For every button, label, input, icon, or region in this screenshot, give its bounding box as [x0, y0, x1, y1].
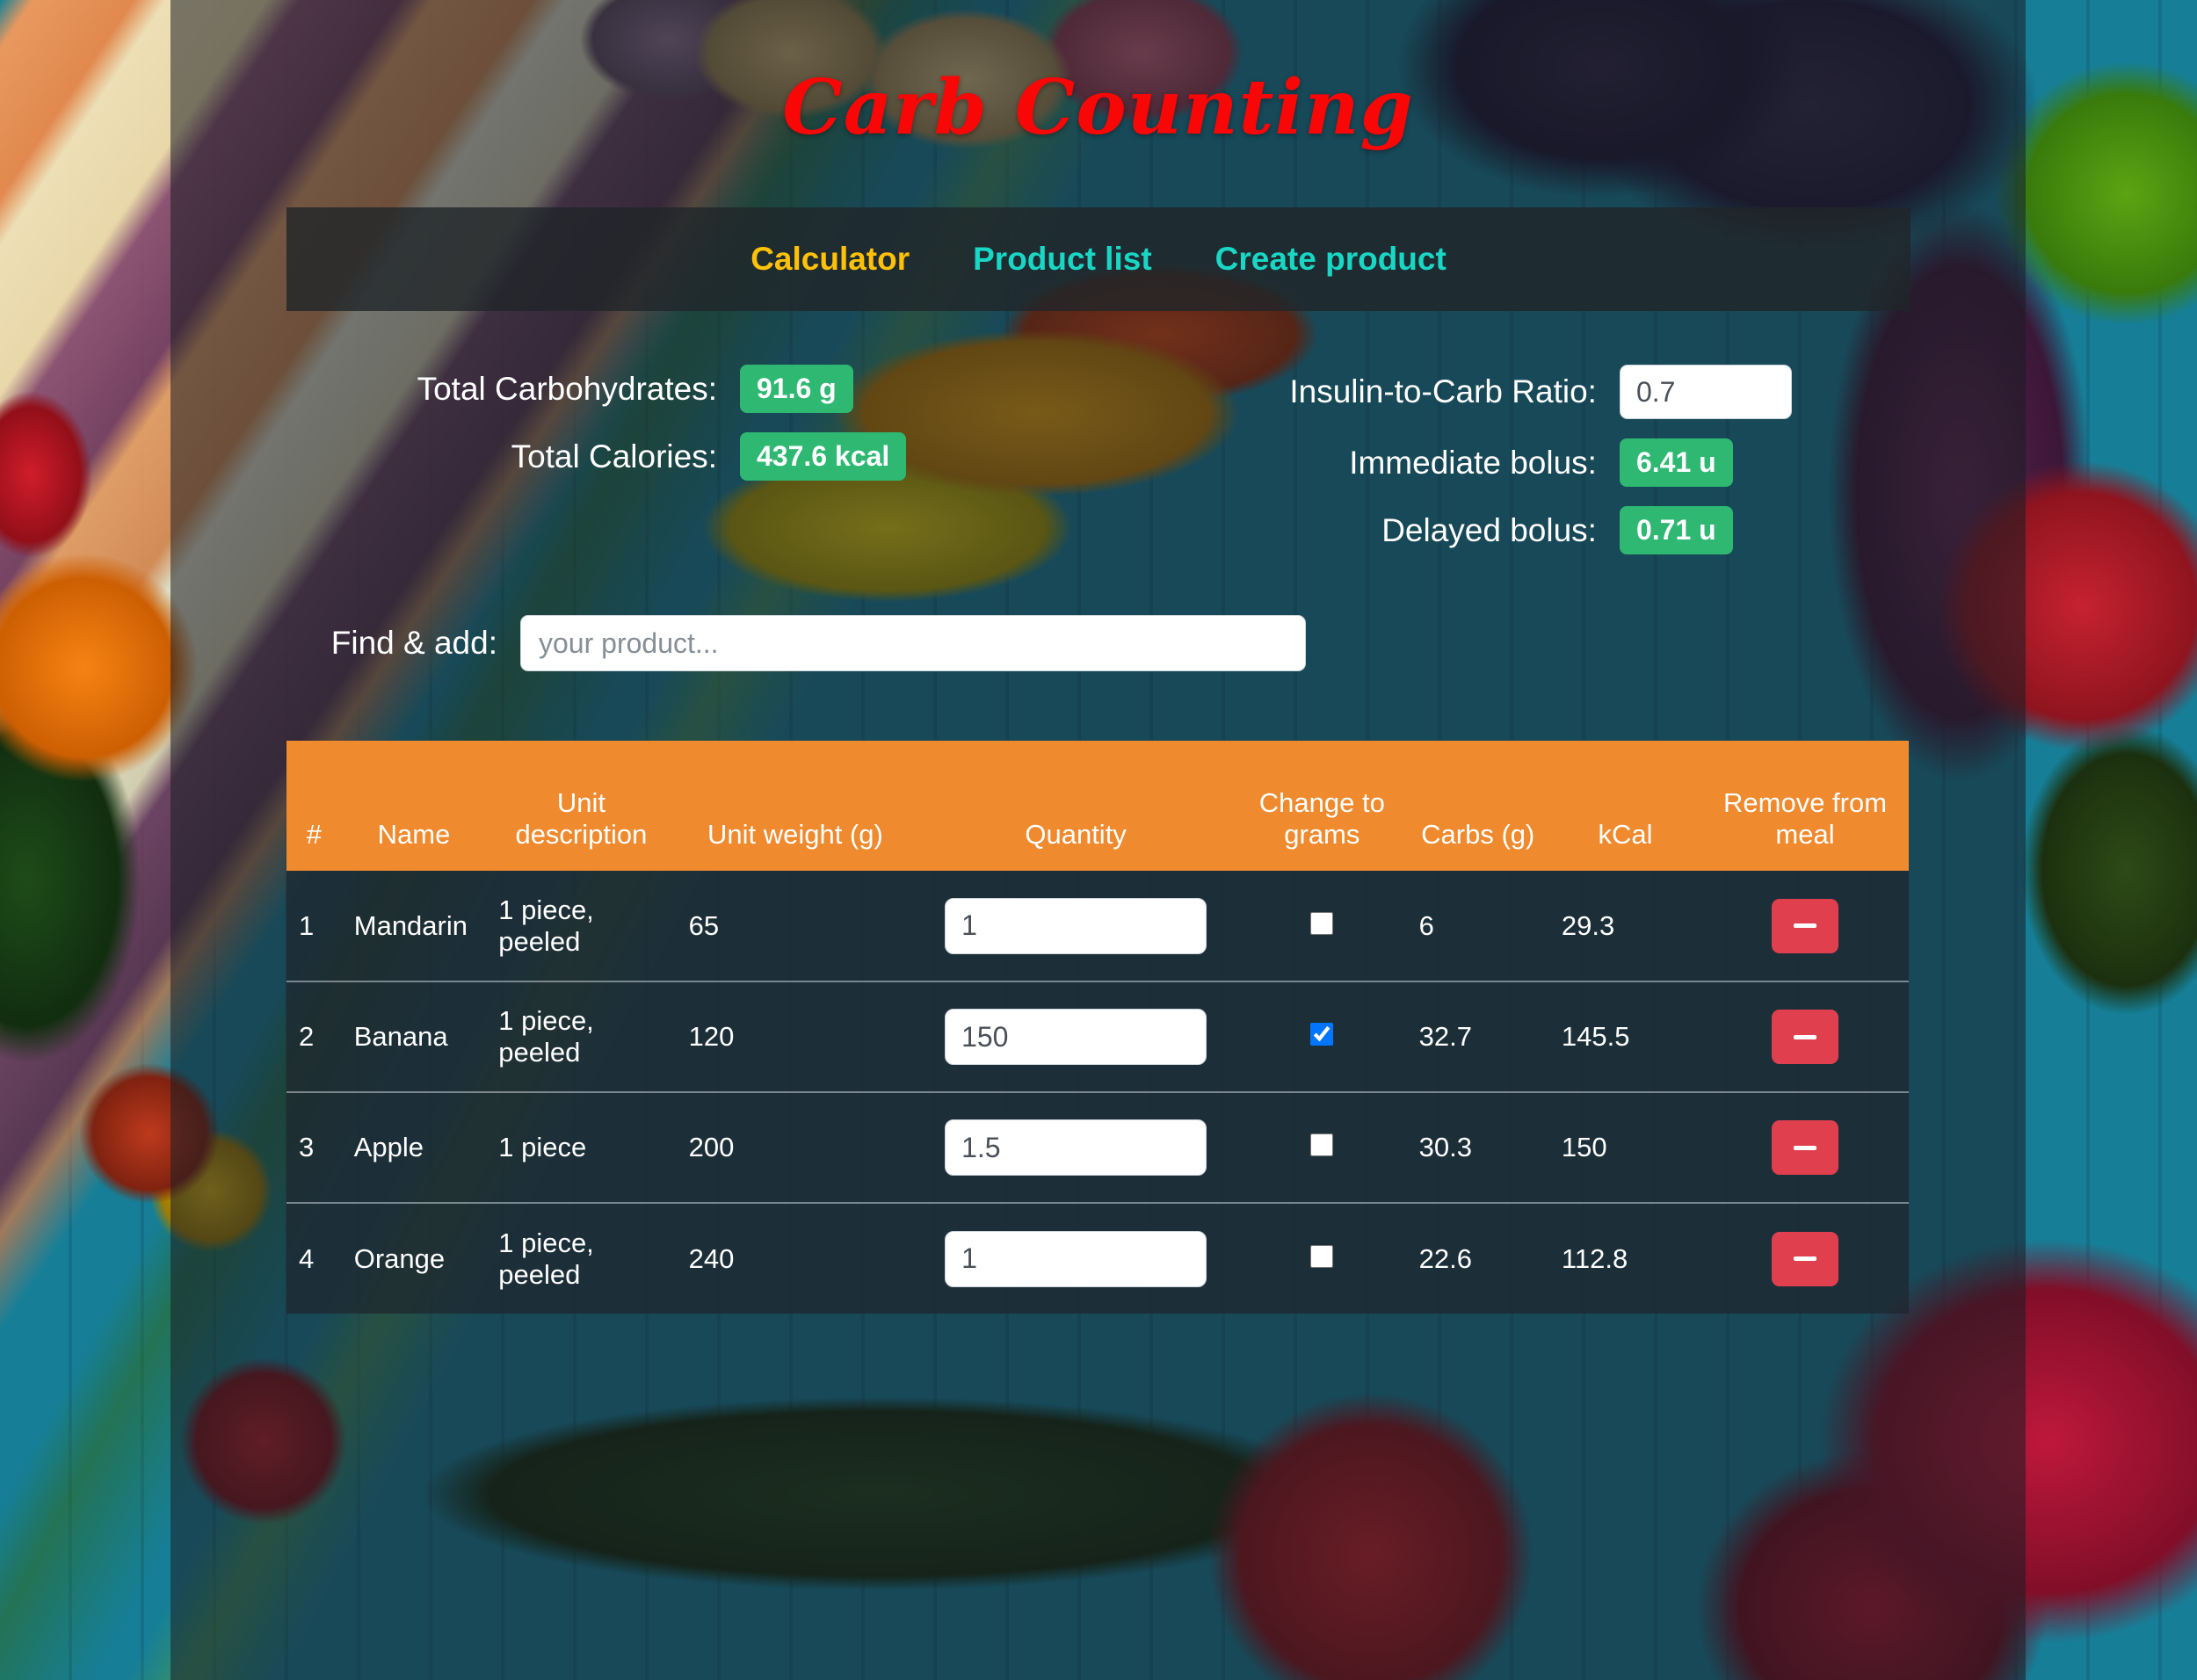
- nav-item-create-product[interactable]: Create product: [1215, 241, 1447, 278]
- main-navigation: Calculator Product list Create product: [286, 207, 1911, 311]
- nav-item-product-list[interactable]: Product list: [973, 241, 1152, 278]
- table-row: 2Banana1 piece, peeled120 32.7145.5: [286, 981, 1909, 1092]
- minus-icon: [1794, 1034, 1817, 1039]
- cell-unit-description: 1 piece, peeled: [486, 981, 677, 1092]
- cell-remove: [1701, 981, 1909, 1092]
- change-to-grams-checkbox[interactable]: [1310, 1244, 1334, 1268]
- meal-table-header-row: # Name Unit description Unit weight (g) …: [286, 741, 1909, 871]
- delayed-bolus-row: Delayed bolus: 0.71 u: [1131, 506, 1911, 554]
- header-name: Name: [341, 741, 487, 871]
- meal-table: # Name Unit description Unit weight (g) …: [286, 741, 1909, 1314]
- cell-change-to-grams: [1237, 871, 1407, 981]
- cell-quantity: [914, 1091, 1238, 1203]
- cell-kcal: 112.8: [1548, 1202, 1702, 1314]
- cell-carbs: 30.3: [1406, 1091, 1549, 1203]
- quantity-input[interactable]: [945, 1009, 1207, 1065]
- cell-kcal: 29.3: [1548, 871, 1702, 981]
- cell-quantity: [914, 871, 1238, 981]
- cell-unit-weight: 200: [676, 1091, 915, 1203]
- header-kcal: kCal: [1548, 741, 1702, 871]
- minus-icon: [1794, 923, 1817, 928]
- total-calories-label: Total Calories:: [511, 438, 717, 474]
- total-calories-row: Total Calories: 437.6 kcal: [286, 432, 1131, 481]
- change-to-grams-checkbox[interactable]: [1310, 1023, 1334, 1046]
- cell-change-to-grams: [1237, 1202, 1407, 1314]
- header-remove: Remove from meal: [1701, 741, 1909, 871]
- cell-remove: [1701, 1202, 1909, 1314]
- cell-index: 4: [286, 1202, 342, 1314]
- total-carbohydrates-label: Total Carbohydrates:: [417, 370, 717, 407]
- find-and-add-row: Find & add:: [286, 615, 1911, 671]
- remove-from-meal-button[interactable]: [1772, 1231, 1839, 1286]
- cell-quantity: [914, 1202, 1238, 1314]
- table-row: 1Mandarin1 piece, peeled65 629.3: [286, 871, 1909, 981]
- minus-icon: [1794, 1256, 1817, 1261]
- cell-name: Mandarin: [341, 871, 487, 981]
- cell-carbs: 32.7: [1406, 981, 1549, 1092]
- quantity-input[interactable]: [945, 1119, 1207, 1176]
- total-calories-value: 437.6 kcal: [740, 432, 907, 481]
- delayed-bolus-value: 0.71 u: [1619, 506, 1733, 554]
- insulin-to-carb-ratio-input[interactable]: [1619, 365, 1792, 419]
- total-carbohydrates-row: Total Carbohydrates: 91.6 g: [286, 365, 1131, 413]
- cell-kcal: 150: [1548, 1091, 1702, 1203]
- cell-name: Orange: [341, 1202, 487, 1314]
- cell-carbs: 6: [1406, 871, 1549, 981]
- remove-from-meal-button[interactable]: [1772, 898, 1839, 953]
- table-row: 3Apple1 piece200 30.3150: [286, 1091, 1909, 1203]
- cell-kcal: 145.5: [1548, 981, 1702, 1092]
- cell-change-to-grams: [1237, 981, 1407, 1092]
- cell-name: Apple: [341, 1091, 487, 1203]
- header-unit-weight: Unit weight (g): [676, 741, 915, 871]
- cell-change-to-grams: [1237, 1091, 1407, 1203]
- cell-remove: [1701, 871, 1909, 981]
- cell-unit-description: 1 piece, peeled: [486, 871, 677, 981]
- remove-from-meal-button[interactable]: [1772, 1010, 1839, 1064]
- remove-from-meal-button[interactable]: [1772, 1120, 1839, 1175]
- cell-unit-weight: 120: [676, 981, 915, 1092]
- table-row: 4Orange1 piece, peeled240 22.6112.8: [286, 1202, 1909, 1314]
- cell-index: 2: [286, 981, 342, 1092]
- meal-table-container: # Name Unit description Unit weight (g) …: [286, 741, 1909, 1314]
- change-to-grams-checkbox[interactable]: [1310, 1133, 1334, 1156]
- cell-unit-description: 1 piece: [486, 1091, 677, 1203]
- cell-index: 1: [286, 871, 342, 981]
- cell-unit-description: 1 piece, peeled: [486, 1202, 677, 1314]
- cell-unit-weight: 65: [676, 871, 915, 981]
- summary-right-column: Insulin-to-Carb Ratio: Immediate bolus: …: [1131, 365, 1911, 574]
- meal-table-head: # Name Unit description Unit weight (g) …: [286, 741, 1909, 871]
- change-to-grams-checkbox[interactable]: [1310, 911, 1334, 935]
- summary-stats: Total Carbohydrates: 91.6 g Total Calori…: [286, 365, 1911, 574]
- header-unit-description: Unit description: [486, 741, 677, 871]
- header-index: #: [286, 741, 342, 871]
- cell-unit-weight: 240: [676, 1202, 915, 1314]
- quantity-input[interactable]: [945, 897, 1207, 954]
- immediate-bolus-row: Immediate bolus: 6.41 u: [1131, 438, 1911, 487]
- header-quantity: Quantity: [914, 741, 1238, 871]
- minus-icon: [1794, 1145, 1817, 1150]
- page-title: Carb Counting: [782, 63, 1414, 152]
- find-product-input[interactable]: [520, 615, 1306, 671]
- summary-left-column: Total Carbohydrates: 91.6 g Total Calori…: [286, 365, 1131, 574]
- insulin-to-carb-ratio-label: Insulin-to-Carb Ratio:: [1289, 373, 1597, 409]
- immediate-bolus-label: Immediate bolus:: [1349, 444, 1597, 481]
- immediate-bolus-value: 6.41 u: [1619, 438, 1733, 487]
- cell-remove: [1701, 1091, 1909, 1203]
- cell-carbs: 22.6: [1406, 1202, 1549, 1314]
- total-carbohydrates-value: 91.6 g: [740, 365, 853, 413]
- header-carbs: Carbs (g): [1406, 741, 1549, 871]
- delayed-bolus-label: Delayed bolus:: [1381, 511, 1597, 548]
- nav-item-calculator[interactable]: Calculator: [750, 241, 910, 278]
- meal-table-body: 1Mandarin1 piece, peeled65629.32Banana1 …: [286, 871, 1909, 1314]
- cell-index: 3: [286, 1091, 342, 1203]
- find-and-add-label: Find & add:: [330, 625, 497, 661]
- quantity-input[interactable]: [945, 1230, 1207, 1287]
- cell-name: Banana: [341, 981, 487, 1092]
- insulin-to-carb-ratio-row: Insulin-to-Carb Ratio:: [1131, 365, 1911, 419]
- cell-quantity: [914, 981, 1238, 1092]
- header-change-to-grams: Change to grams: [1237, 741, 1407, 871]
- app-page: Carb Counting Calculator Product list Cr…: [0, 0, 2197, 1680]
